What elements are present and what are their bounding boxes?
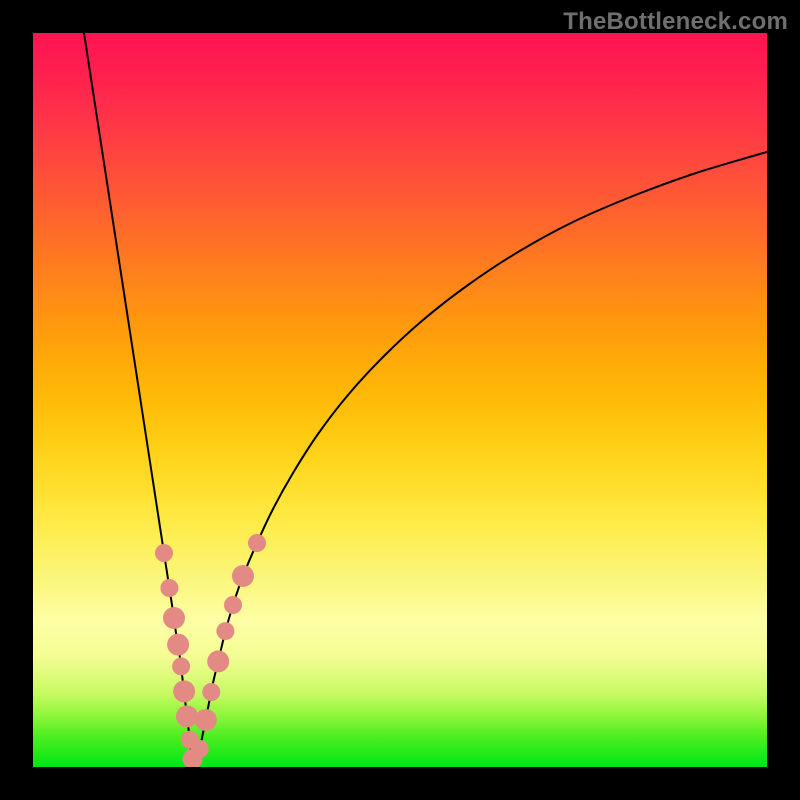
bead-left-4	[172, 657, 190, 675]
chart-svg	[33, 33, 767, 767]
bead-group	[155, 534, 266, 767]
bead-left-6	[176, 705, 198, 727]
right-curve	[195, 152, 767, 767]
bead-right-3	[207, 650, 229, 672]
bead-left-5	[173, 680, 195, 702]
chart-container: TheBottleneck.com	[0, 0, 800, 800]
bead-right-1	[195, 709, 217, 731]
bead-right-4	[216, 622, 234, 640]
bead-right-6	[232, 565, 254, 587]
bead-left-1	[160, 579, 178, 597]
bead-right-0	[191, 740, 209, 758]
plot-area	[33, 33, 767, 767]
bead-right-7	[248, 534, 266, 552]
watermark-text: TheBottleneck.com	[563, 8, 788, 36]
left-curve	[84, 33, 195, 767]
bead-right-2	[202, 683, 220, 701]
bead-left-3	[167, 634, 189, 656]
bead-right-5	[224, 596, 242, 614]
bead-left-0	[155, 544, 173, 562]
bead-left-2	[163, 607, 185, 629]
